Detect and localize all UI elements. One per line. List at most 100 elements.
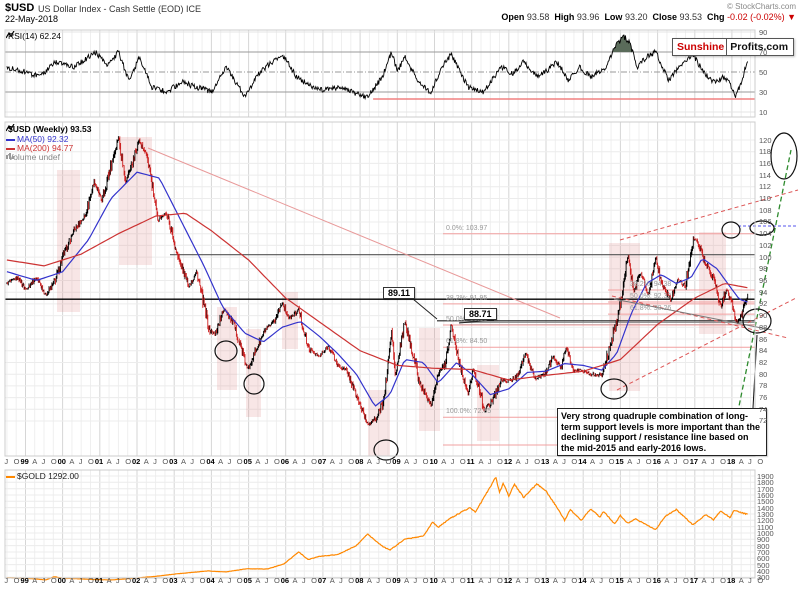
axis-tick-label: 08 xyxy=(355,457,363,466)
axis-tick-label: A xyxy=(702,576,707,585)
axis-tick-label: 72 xyxy=(759,416,767,425)
axis-tick-label: 86 xyxy=(759,335,767,344)
axis-tick-label: J xyxy=(451,576,455,585)
axis-tick-label: J xyxy=(265,457,269,466)
axis-tick-label: J xyxy=(339,457,343,466)
axis-tick-label: 98 xyxy=(759,264,767,273)
axis-tick-label: J xyxy=(413,576,417,585)
axis-tick-label: A xyxy=(441,457,446,466)
axis-tick-label: 99 xyxy=(20,576,28,585)
fib-level-label: 61.8%: 84.50 xyxy=(446,338,487,345)
axis-tick-label: J xyxy=(413,457,417,466)
axis-tick-label: 92 xyxy=(759,299,767,308)
axis-tick-label: J xyxy=(376,576,380,585)
axis-tick-label: O xyxy=(88,457,94,466)
axis-tick-label: A xyxy=(739,457,744,466)
axis-tick-label: 82 xyxy=(759,358,767,367)
axis-tick-label: A xyxy=(590,457,595,466)
axis-tick-label: O xyxy=(534,576,540,585)
quote-value: 93.58 xyxy=(527,12,550,22)
axis-tick-label: 17 xyxy=(690,457,698,466)
axis-tick-label: A xyxy=(367,576,372,585)
axis-tick-label: J xyxy=(79,457,83,466)
axis-tick-label: O xyxy=(423,457,429,466)
axis-tick-label: 14 xyxy=(578,457,586,466)
axis-tick-label: J xyxy=(451,457,455,466)
axis-tick-label: 100 xyxy=(759,253,772,262)
axis-tick-label: 13 xyxy=(541,457,549,466)
axis-tick-label: 118 xyxy=(759,147,771,156)
price-callout-label: 89.11 xyxy=(383,287,415,299)
axis-tick-label: A xyxy=(330,457,335,466)
axis-tick-label: 00 xyxy=(58,457,66,466)
axis-tick-label: 00 xyxy=(58,576,66,585)
axis-tick-label: A xyxy=(590,576,595,585)
axis-tick-label: J xyxy=(190,457,194,466)
axis-tick-label: A xyxy=(144,457,149,466)
axis-tick-label: O xyxy=(162,576,168,585)
axis-tick-label: 12 xyxy=(504,576,512,585)
axis-tick-label: 05 xyxy=(244,576,252,585)
axis-tick-label: O xyxy=(385,576,391,585)
instrument-title: US Dollar Index - Cash Settle (EOD) ICE xyxy=(38,4,201,14)
axis-tick-label: O xyxy=(311,576,317,585)
axis-tick-label: O xyxy=(757,576,763,585)
axis-tick-label: A xyxy=(664,457,669,466)
axis-tick-label: J xyxy=(153,457,157,466)
volume-legend: Volume undef xyxy=(6,152,60,162)
axis-tick-label: A xyxy=(32,576,37,585)
axis-tick-label: J xyxy=(748,457,752,466)
axis-tick-label: 04 xyxy=(206,457,214,466)
axis-tick-label: A xyxy=(32,457,37,466)
axis-tick-label: O xyxy=(51,457,57,466)
axis-tick-label: 08 xyxy=(355,576,363,585)
axis-tick-label: 14 xyxy=(578,576,586,585)
axis-tick-label: J xyxy=(190,576,194,585)
axis-tick-label: 18 xyxy=(727,457,735,466)
axis-tick-label: A xyxy=(218,457,223,466)
axis-tick-label: 114 xyxy=(759,171,771,180)
axis-tick-label: J xyxy=(674,576,678,585)
ma200-line-icon xyxy=(6,148,15,150)
axis-tick-label: 88 xyxy=(759,323,767,332)
axis-tick-label: J xyxy=(339,576,343,585)
axis-tick-label: O xyxy=(460,457,466,466)
axis-tick-label: A xyxy=(478,457,483,466)
sunshineprofits-logo[interactable]: SunshineProfits.com xyxy=(672,38,794,56)
fib-level-label: 100.0%: 72.65 xyxy=(446,408,491,415)
axis-tick-label: A xyxy=(739,576,744,585)
axis-tick-label: 12 xyxy=(504,457,512,466)
axis-tick-label: O xyxy=(497,576,503,585)
fib-level-label: 50.0%: 92.32 xyxy=(630,293,671,300)
axis-tick-label: A xyxy=(255,457,260,466)
axis-tick-label: O xyxy=(683,576,689,585)
axis-tick-label: 01 xyxy=(95,457,103,466)
axis-tick-label: O xyxy=(646,576,652,585)
quote-label: Chg xyxy=(707,12,725,22)
gold-line-icon xyxy=(6,476,15,478)
axis-tick-label: J xyxy=(488,457,492,466)
axis-tick-label: O xyxy=(609,457,615,466)
axis-tick-label: 07 xyxy=(318,576,326,585)
axis-tick-label: A xyxy=(69,576,74,585)
copyright-label: © StockCharts.com xyxy=(727,2,796,11)
axis-tick-label: J xyxy=(4,576,8,585)
axis-tick-label: J xyxy=(153,576,157,585)
axis-tick-label: J xyxy=(562,457,566,466)
axis-tick-label: 112 xyxy=(759,182,771,191)
axis-tick-label: O xyxy=(571,457,577,466)
axis-tick-label: 84 xyxy=(759,346,767,355)
axis-tick-label: 15 xyxy=(615,457,623,466)
axis-tick-label: 09 xyxy=(392,576,400,585)
axis-tick-label: 120 xyxy=(759,136,772,145)
axis-tick-label: 10 xyxy=(429,457,437,466)
axis-tick-label: J xyxy=(116,576,120,585)
axis-tick-label: A xyxy=(404,576,409,585)
axis-tick-label: 09 xyxy=(392,457,400,466)
axis-tick-label: A xyxy=(293,576,298,585)
axis-tick-label: 13 xyxy=(541,576,549,585)
axis-tick-label: J xyxy=(302,457,306,466)
axis-tick-label: J xyxy=(376,457,380,466)
axis-tick-label: 02 xyxy=(132,457,140,466)
axis-tick-label: 06 xyxy=(281,576,289,585)
